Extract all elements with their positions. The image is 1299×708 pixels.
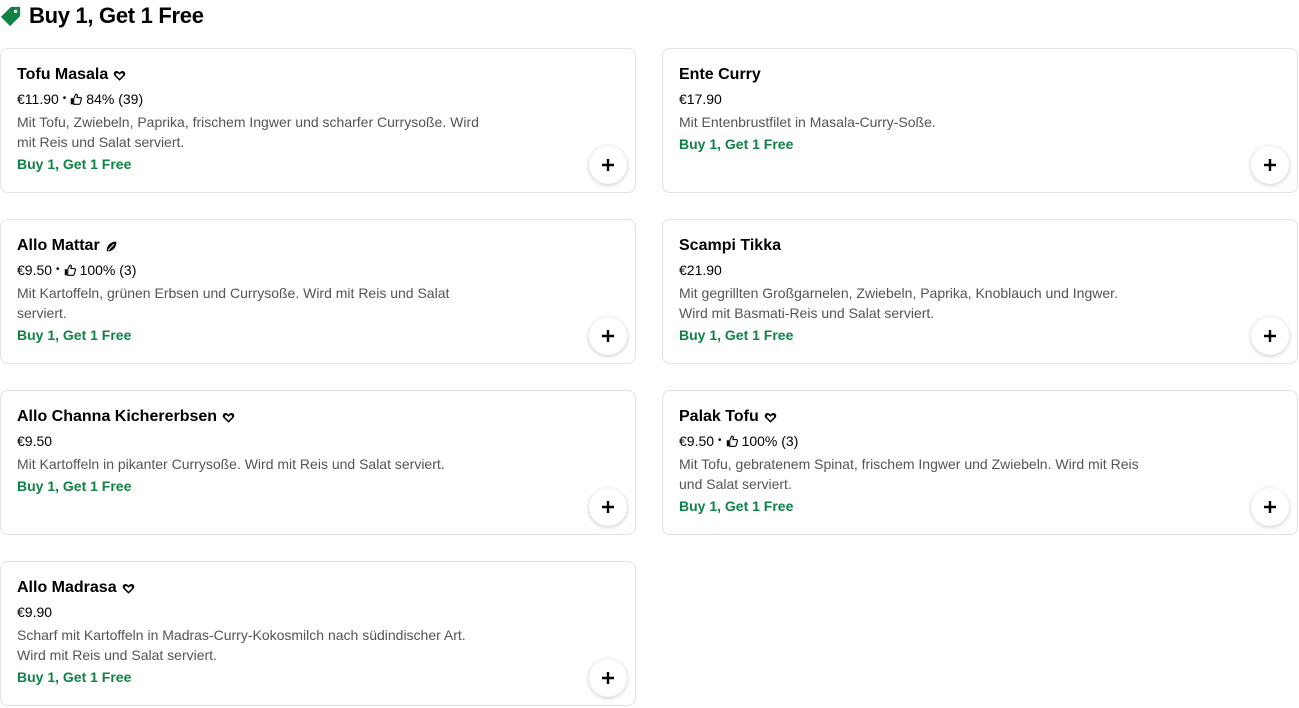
card-body: Tofu Masala €11.90 • 84% (39) Mit Tofu, Zwie… <box>17 65 487 174</box>
promo-label: Buy 1, Get 1 Free <box>679 136 794 152</box>
item-price: €9.90 <box>17 604 53 620</box>
add-to-cart-button[interactable] <box>589 146 627 184</box>
item-description: Scharf mit Kartoffeln in Madras-Curry-Ko… <box>17 627 466 663</box>
item-price: €21.90 <box>679 262 722 278</box>
thumbs-up-icon <box>726 435 738 447</box>
heart-icon <box>114 70 126 81</box>
item-meta: €21.90 <box>679 261 1149 279</box>
item-price: €9.50 <box>17 262 53 278</box>
separator-dot: • <box>56 264 60 275</box>
item-name-row: Scampi Tikka <box>679 236 1149 256</box>
card-body: Allo Mattar €9.50 • 100% (3) Mit Kartoffeln,… <box>17 236 487 345</box>
promo-label: Buy 1, Get 1 Free <box>679 327 794 343</box>
separator-dot: • <box>718 435 722 446</box>
item-meta: €9.90 <box>17 603 487 621</box>
item-description: Mit Kartoffeln, grünen Erbsen und Currys… <box>17 285 450 321</box>
promo-label: Buy 1, Get 1 Free <box>17 669 132 685</box>
item-rating: 100% (3) <box>79 262 137 278</box>
add-to-cart-button[interactable] <box>1251 488 1289 526</box>
heart-icon <box>222 412 235 423</box>
item-rating: 84% (39) <box>86 91 144 107</box>
add-to-cart-button[interactable] <box>1251 146 1289 184</box>
leaf-icon <box>106 241 117 251</box>
plus-icon <box>1264 330 1276 342</box>
item-name: Tofu Masala <box>17 66 109 83</box>
card-body: Allo Channa Kichererbsen €9.50 Mit Kartoff… <box>17 407 487 496</box>
plus-icon <box>602 501 614 513</box>
menu-item-card[interactable]: Ente Curry €17.90 Mit Entenbrustfilet in M… <box>662 48 1298 193</box>
add-to-cart-button[interactable] <box>1251 317 1289 355</box>
item-description: Mit Kartoffeln in pikanter Currysoße. Wi… <box>17 456 445 472</box>
item-meta: €17.90 <box>679 90 1149 108</box>
promo-label: Buy 1, Get 1 Free <box>17 327 132 343</box>
item-meta: €11.90 • 84% (39) <box>17 90 487 108</box>
item-price: €9.50 <box>679 433 715 449</box>
add-to-cart-button[interactable] <box>589 488 627 526</box>
item-name-row: Allo Mattar <box>17 236 487 256</box>
item-name-row: Ente Curry <box>679 65 1149 85</box>
item-name-row: Palak Tofu <box>679 407 1149 427</box>
item-name: Allo Mattar <box>17 237 100 254</box>
item-name: Allo Madrasa <box>17 579 117 596</box>
menu-item-card[interactable]: Palak Tofu €9.50 • 100% (3) Mit Tofu, gebrat… <box>662 390 1298 535</box>
thumbs-up-icon <box>64 264 76 276</box>
menu-item-card[interactable]: Allo Channa Kichererbsen €9.50 Mit Kartoff… <box>0 390 636 535</box>
item-price: €17.90 <box>679 91 722 107</box>
card-body: Ente Curry €17.90 Mit Entenbrustfilet in M… <box>679 65 1149 154</box>
item-name: Scampi Tikka <box>679 237 781 254</box>
item-description: Mit Entenbrustfilet in Masala-Curry-Soße… <box>679 114 936 130</box>
item-meta: €9.50 • 100% (3) <box>17 261 487 279</box>
plus-icon <box>1264 501 1276 513</box>
promo-label: Buy 1, Get 1 Free <box>17 478 132 494</box>
plus-icon <box>1264 159 1276 171</box>
item-description: Mit Tofu, gebratenem Spinat, frischem In… <box>679 456 1139 492</box>
item-name-row: Allo Channa Kichererbsen <box>17 407 487 427</box>
item-rating: 100% (3) <box>741 433 799 449</box>
add-to-cart-button[interactable] <box>589 659 627 697</box>
item-name: Palak Tofu <box>679 408 759 425</box>
thumbs-up-icon <box>71 93 83 105</box>
item-name: Allo Channa Kichererbsen <box>17 408 218 425</box>
menu-item-card[interactable]: Tofu Masala €11.90 • 84% (39) Mit Tofu, Zwie… <box>0 48 636 193</box>
menu-item-card[interactable]: Scampi Tikka €21.90 Mit gegrillten Großgar… <box>662 219 1298 364</box>
item-meta: €9.50 • 100% (3) <box>679 432 1149 450</box>
item-name-row: Tofu Masala <box>17 65 487 85</box>
item-name: Ente Curry <box>679 66 761 83</box>
menu-item-card[interactable]: Allo Madrasa €9.90 Scharf mit Kartoffeln i… <box>0 561 636 706</box>
separator-dot: • <box>62 93 67 104</box>
item-price: €9.50 <box>17 433 53 449</box>
section-header: Buy 1, Get 1 Free <box>0 2 204 30</box>
heart-icon <box>122 583 134 594</box>
section-title: Buy 1, Get 1 Free <box>29 3 204 28</box>
card-body: Palak Tofu €9.50 • 100% (3) Mit Tofu, gebrat… <box>679 407 1149 516</box>
card-body: Allo Madrasa €9.90 Scharf mit Kartoffeln i… <box>17 578 487 687</box>
plus-icon <box>602 672 614 684</box>
card-body: Scampi Tikka €21.90 Mit gegrillten Großgar… <box>679 236 1149 345</box>
item-name-row: Allo Madrasa <box>17 578 487 598</box>
heart-icon <box>764 412 776 423</box>
item-meta: €9.50 <box>17 432 487 450</box>
price-tag-icon <box>0 6 21 27</box>
menu-item-card[interactable]: Allo Mattar €9.50 • 100% (3) Mit Kartoffeln,… <box>0 219 636 364</box>
add-to-cart-button[interactable] <box>589 317 627 355</box>
promo-label: Buy 1, Get 1 Free <box>679 498 794 514</box>
promo-label: Buy 1, Get 1 Free <box>17 156 132 172</box>
item-description: Mit Tofu, Zwiebeln, Paprika, frischem In… <box>17 114 479 150</box>
plus-icon <box>602 159 614 171</box>
item-price: €11.90 <box>17 91 59 107</box>
plus-icon <box>602 330 614 342</box>
item-description: Mit gegrillten Großgarnelen, Zwiebeln, P… <box>679 285 1118 321</box>
